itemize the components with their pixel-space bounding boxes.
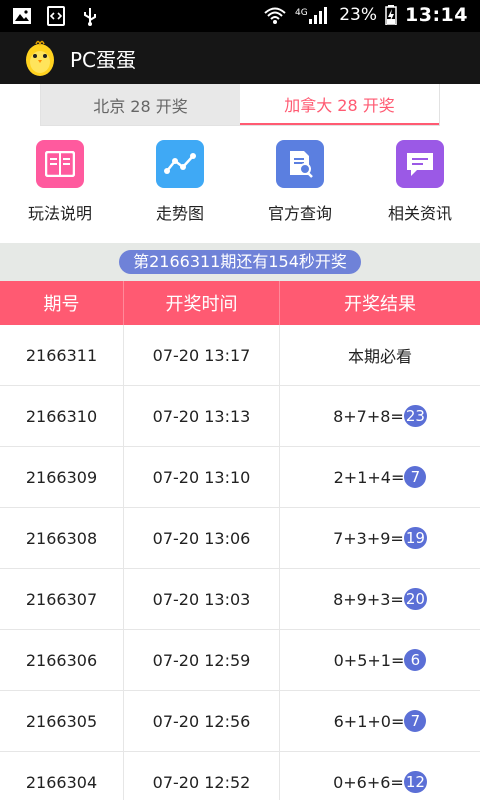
result-sum-ball: 20 — [403, 588, 427, 610]
table-row[interactable]: 2166305 07-20 12:56 6+1+0= 7 — [0, 691, 480, 752]
result-expression: 8+7+8= — [333, 406, 404, 426]
result-expression: 6+1+0= — [333, 711, 405, 731]
status-bar: 4G 23% 13:14 — [0, 0, 480, 32]
image-icon — [13, 8, 31, 24]
result-sum-ball: 23 — [403, 405, 427, 427]
feature-grid: 玩法说明 走势图 官方查询 相关资讯 — [0, 134, 480, 234]
time-cell: 07-20 12:56 — [124, 691, 280, 751]
table-row[interactable]: 2166309 07-20 13:10 2+1+4= 7 — [0, 447, 480, 508]
issue-cell: 2166308 — [0, 508, 124, 568]
news-icon — [396, 140, 444, 188]
result-expression: 7+3+9= — [333, 528, 404, 548]
result-cell: 6+1+0= 7 — [280, 691, 480, 751]
result-sum-ball: 7 — [404, 466, 427, 488]
result-sum-ball: 19 — [403, 527, 427, 549]
feature-news[interactable]: 相关资讯 — [360, 134, 480, 234]
time-cell: 07-20 12:52 — [124, 752, 280, 800]
result-cell: 7+3+9= 19 — [280, 508, 480, 568]
battery-icon — [385, 5, 397, 25]
result-sum-ball: 6 — [404, 649, 427, 671]
time-cell: 07-20 13:03 — [124, 569, 280, 629]
feature-label: 走势图 — [155, 204, 204, 223]
clock: 13:14 — [405, 4, 468, 26]
time-cell: 07-20 13:10 — [124, 447, 280, 507]
feature-trend[interactable]: 走势图 — [120, 134, 240, 234]
issue-cell: 2166306 — [0, 630, 124, 690]
table-row[interactable]: 2166307 07-20 13:03 8+9+3= 20 — [0, 569, 480, 630]
issue-cell: 2166304 — [0, 752, 124, 800]
header-result: 开奖结果 — [344, 294, 416, 315]
issue-cell: 2166311 — [0, 325, 124, 385]
feature-label: 玩法说明 — [27, 204, 92, 223]
result-expression: 0+6+6= — [333, 772, 404, 792]
result-expression: 2+1+4= — [333, 467, 405, 487]
header-issue: 期号 — [0, 281, 124, 325]
app-bar: PC蛋蛋 — [0, 32, 480, 84]
table-row[interactable]: 2166306 07-20 12:59 0+5+1= 6 — [0, 630, 480, 691]
app-title: PC蛋蛋 — [70, 47, 137, 72]
doc-search-icon — [276, 140, 324, 188]
book-icon — [36, 140, 84, 188]
tab-canada-28[interactable]: 加拿大 28 开奖 — [240, 84, 439, 125]
header-time: 开奖时间 — [124, 281, 280, 325]
feature-label: 官方查询 — [267, 204, 332, 223]
results-table: 期号 开奖时间 开奖结果 2166311 07-20 13:17 本期必看 21… — [0, 281, 480, 800]
table-row[interactable]: 2166304 07-20 12:52 0+6+6= 12 — [0, 752, 480, 800]
time-cell: 07-20 13:06 — [124, 508, 280, 568]
issue-cell: 2166310 — [0, 386, 124, 446]
time-cell: 07-20 12:59 — [124, 630, 280, 690]
svg-text:4G: 4G — [295, 8, 308, 18]
result-cell: 8+7+8= 23 — [280, 386, 480, 446]
countdown-pill: 第2166311期还有154秒开奖 — [119, 250, 361, 274]
code-icon — [47, 6, 65, 26]
4g-signal-icon: 4G — [295, 7, 328, 24]
issue-cell: 2166307 — [0, 569, 124, 629]
result-cell: 2+1+4= 7 — [280, 447, 480, 507]
result-expression: 0+5+1= — [333, 650, 405, 670]
result-cell: 0+6+6= 12 — [280, 752, 480, 800]
table-row[interactable]: 2166311 07-20 13:17 本期必看 — [0, 325, 480, 386]
trend-icon — [156, 140, 204, 188]
feature-label: 相关资讯 — [387, 204, 452, 223]
tab-beijing-28[interactable]: 北京 28 开奖 — [41, 84, 240, 125]
countdown-bar: 第2166311期还有154秒开奖 — [0, 243, 480, 281]
table-header: 期号 开奖时间 开奖结果 — [0, 281, 480, 325]
feature-official-query[interactable]: 官方查询 — [240, 134, 360, 234]
issue-cell: 2166309 — [0, 447, 124, 507]
result-cell: 8+9+3= 20 — [280, 569, 480, 629]
result-cell: 本期必看 — [280, 325, 480, 385]
result-cell: 0+5+1= 6 — [280, 630, 480, 690]
lottery-tabs: 北京 28 开奖 加拿大 28 开奖 — [40, 84, 440, 126]
issue-cell: 2166305 — [0, 691, 124, 751]
feature-rules[interactable]: 玩法说明 — [0, 134, 120, 234]
chick-logo-icon — [26, 40, 54, 76]
result-sum-ball: 7 — [404, 710, 427, 732]
usb-icon — [84, 8, 96, 26]
result-expression: 8+9+3= — [333, 589, 404, 609]
result-sum-ball: 12 — [403, 771, 427, 793]
battery-percent: 23% — [339, 5, 378, 25]
table-row[interactable]: 2166310 07-20 13:13 8+7+8= 23 — [0, 386, 480, 447]
wifi-icon — [264, 7, 286, 24]
time-cell: 07-20 13:17 — [124, 325, 280, 385]
result-expression: 本期必看 — [347, 347, 412, 366]
time-cell: 07-20 13:13 — [124, 386, 280, 446]
table-row[interactable]: 2166308 07-20 13:06 7+3+9= 19 — [0, 508, 480, 569]
